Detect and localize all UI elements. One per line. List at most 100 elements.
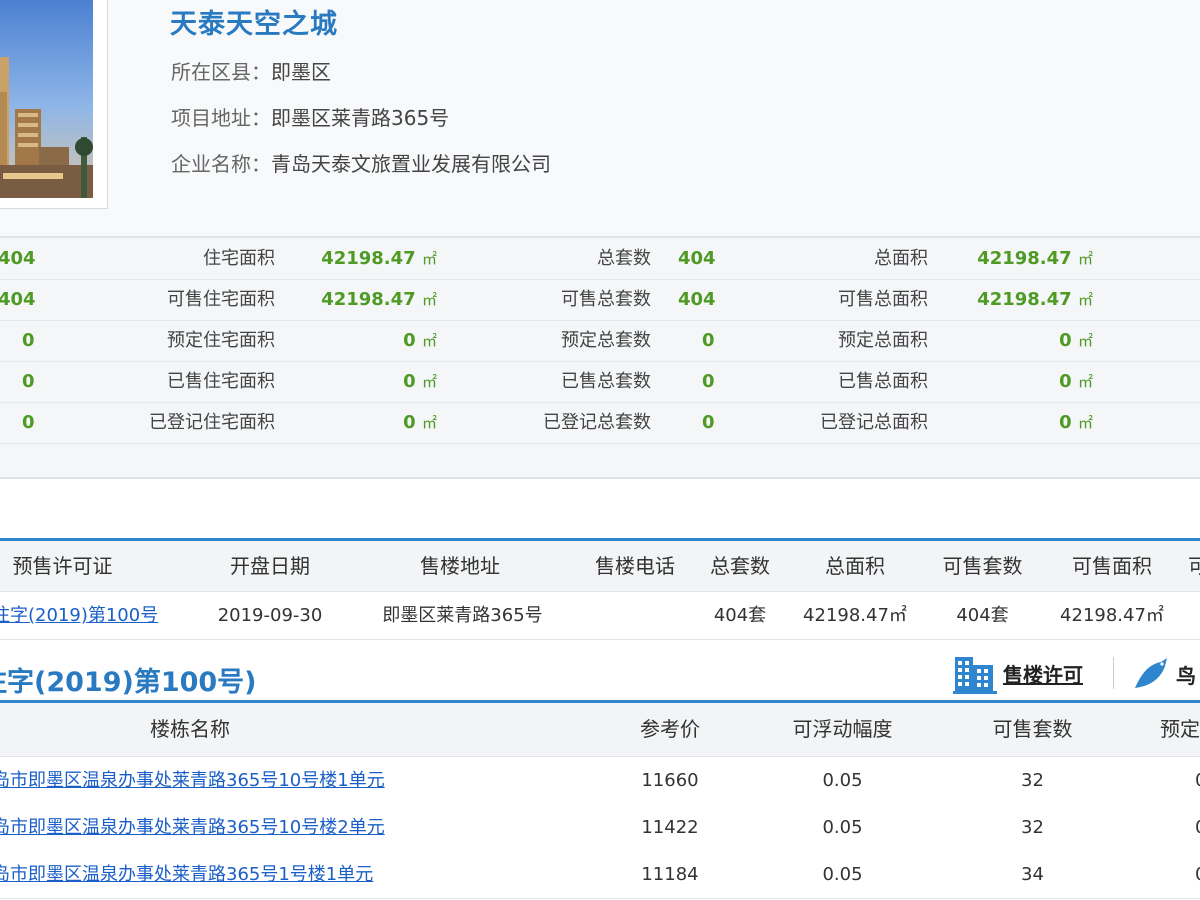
stats-row-registered: 0 已登记住宅面积 0 ㎡ 已登记总套数 0 已登记总面积 0 ㎡ xyxy=(0,402,1200,444)
th-reserved: 预定 xyxy=(1160,717,1200,741)
stats-value-total-units: 0 xyxy=(702,371,715,392)
th-permit: 预售许可证 xyxy=(12,554,113,578)
stats-value-total-area: 0 ㎡ xyxy=(935,361,1093,402)
area-unit: ㎡ xyxy=(421,373,437,391)
permit-total-area: 42198.47㎡ xyxy=(803,605,907,626)
building-name-text[interactable]: 岛市即墨区温泉办事处莱青路365号10号楼2单元 xyxy=(0,817,385,838)
stats-value-res-area: 42198.47 ㎡ xyxy=(280,279,437,320)
project-stats-panel: 404 住宅面积 42198.47 ㎡ 总套数 404 总面积 42198.47… xyxy=(0,236,1200,479)
stats-row-total: 404 住宅面积 42198.47 ㎡ 总套数 404 总面积 42198.47… xyxy=(0,238,1200,280)
permit-available-area: 42198.47㎡ xyxy=(1060,605,1164,626)
th-available-units: 可售套数 xyxy=(942,554,1023,578)
area-unit: ㎡ xyxy=(421,291,437,309)
stats-value-total-units: 0 xyxy=(702,412,715,433)
building-reserved: 0 xyxy=(1195,757,1200,804)
stats-label-total-area: 预定总面积 xyxy=(838,330,928,351)
building-float: 0.05 xyxy=(822,770,863,791)
stats-value-res-area-num: 0 xyxy=(403,412,416,433)
address-row: 项目地址：即墨区莱青路365号 xyxy=(171,102,449,131)
stats-value-total-area-num: 42198.47 xyxy=(977,248,1072,269)
building-name-text[interactable]: 岛市即墨区温泉办事处莱青路365号1号楼1单元 xyxy=(0,864,373,885)
permit-table-header: 预售许可证 开盘日期 售楼地址 售楼电话 总套数 总面积 可售套数 可售面积 可 xyxy=(0,541,1200,592)
stats-label-total-area: 已售总面积 xyxy=(838,371,928,392)
stats-value-res-area-num: 42198.47 xyxy=(321,289,416,310)
permit-sales-address: 即墨区莱青路365号 xyxy=(382,605,543,626)
building-price: 11422 xyxy=(641,817,699,838)
th-truncated: 可 xyxy=(1188,554,1200,578)
permit-table-row: 注字(2019)第100号 2019-09-30 即墨区莱青路365号 404套… xyxy=(0,592,1200,640)
building-reserved: 0 xyxy=(1195,804,1200,851)
th-building-name: 楼栋名称 xyxy=(150,717,230,741)
building-name-link[interactable]: 岛市即墨区温泉办事处莱青路365号10号楼1单元 xyxy=(0,757,385,804)
th-sales-phone: 售楼电话 xyxy=(595,554,675,578)
stats-value-res-area-num: 0 xyxy=(403,371,416,392)
stats-label-total-area: 可售总面积 xyxy=(838,289,928,310)
stats-value-res-area: 0 ㎡ xyxy=(280,361,437,402)
stats-label-res-area: 已登记住宅面积 xyxy=(149,412,275,433)
building-table-header: 楼栋名称 参考价 可浮动幅度 可售套数 预定 xyxy=(0,703,1200,757)
presale-permit-table: 预售许可证 开盘日期 售楼地址 售楼电话 总套数 总面积 可售套数 可售面积 可… xyxy=(0,538,1200,640)
stats-row-available: 404 可售住宅面积 42198.47 ㎡ 可售总套数 404 可售总面积 42… xyxy=(0,279,1200,321)
stats-value-res-area: 0 ㎡ xyxy=(280,402,437,443)
building-float: 0.05 xyxy=(822,864,863,885)
stats-value-col0: 404 xyxy=(0,248,36,269)
sale-permit-label[interactable]: 售楼许可 xyxy=(1003,659,1083,688)
stats-value-total-units: 0 xyxy=(702,330,715,351)
stats-value-total-area: 42198.47 ㎡ xyxy=(935,238,1093,279)
stats-label-total-area: 已登记总面积 xyxy=(820,412,928,433)
building-section-title: 注字(2019)第100号) xyxy=(0,667,257,698)
stats-value-col0: 0 xyxy=(22,330,35,351)
stats-label-res-area: 已售住宅面积 xyxy=(167,371,275,392)
stats-value-res-area-num: 0 xyxy=(403,330,416,351)
button-divider xyxy=(1113,657,1114,689)
permit-number-text[interactable]: 注字(2019)第100号 xyxy=(0,605,158,626)
address-value: 即墨区莱青路365号 xyxy=(271,106,450,130)
stats-row-sold: 0 已售住宅面积 0 ㎡ 已售总套数 0 已售总面积 0 ㎡ xyxy=(0,361,1200,403)
district-value: 即墨区 xyxy=(271,60,331,84)
stats-value-total-area: 0 ㎡ xyxy=(935,402,1093,443)
project-thumbnail-image xyxy=(0,0,93,198)
area-unit: ㎡ xyxy=(1077,373,1093,391)
stats-value-total-area-num: 42198.47 xyxy=(977,289,1072,310)
th-open-date: 开盘日期 xyxy=(230,554,310,578)
stats-label-total-units: 已售总套数 xyxy=(561,371,651,392)
area-unit: ㎡ xyxy=(1077,250,1093,268)
stats-value-total-units: 404 xyxy=(678,289,716,310)
bird-icon xyxy=(1135,658,1167,688)
building-available: 32 xyxy=(1021,770,1044,791)
th-available-units: 可售套数 xyxy=(992,717,1073,741)
th-available-area: 可售面积 xyxy=(1072,554,1152,578)
building-row: 岛市即墨区温泉办事处莱青路365号1号楼1单元 11184 0.05 34 0 xyxy=(0,851,1200,899)
company-label: 企业名称： xyxy=(171,152,271,176)
building-row: 岛市即墨区温泉办事处莱青路365号10号楼2单元 11422 0.05 32 0 xyxy=(0,804,1200,852)
stats-label-total-units: 可售总套数 xyxy=(561,289,651,310)
building-reserved: 0 xyxy=(1195,851,1200,898)
project-thumbnail-frame xyxy=(0,0,108,209)
permit-number-link[interactable]: 注字(2019)第100号 xyxy=(0,592,158,639)
building-price: 11660 xyxy=(641,770,699,791)
building-name-text[interactable]: 岛市即墨区温泉办事处莱青路365号10号楼1单元 xyxy=(0,770,385,791)
stats-value-res-area: 0 ㎡ xyxy=(280,320,437,361)
stats-label-total-units: 已登记总套数 xyxy=(543,412,651,433)
stats-label-total-units: 总套数 xyxy=(597,248,651,269)
stats-label-total-units: 预定总套数 xyxy=(561,330,651,351)
stats-value-total-area: 42198.47 ㎡ xyxy=(935,279,1093,320)
building-row: 岛市即墨区温泉办事处莱青路365号10号楼1单元 11660 0.05 32 0 xyxy=(0,757,1200,805)
th-total-units: 总套数 xyxy=(710,554,770,578)
building-name-link[interactable]: 岛市即墨区温泉办事处莱青路365号10号楼2单元 xyxy=(0,804,385,851)
stats-label-res-area: 住宅面积 xyxy=(203,248,275,269)
stats-label-res-area: 预定住宅面积 xyxy=(167,330,275,351)
building-float: 0.05 xyxy=(822,817,863,838)
project-thumbnail[interactable] xyxy=(0,0,93,198)
permit-open-date: 2019-09-30 xyxy=(217,605,323,626)
stats-value-total-area-num: 0 xyxy=(1059,412,1072,433)
stats-value-total-area-num: 0 xyxy=(1059,330,1072,351)
bird-view-label[interactable]: 鸟 xyxy=(1176,660,1196,689)
district-label: 所在区县： xyxy=(171,60,271,84)
stats-label-total-area: 总面积 xyxy=(874,248,928,269)
address-label: 项目地址： xyxy=(171,106,271,130)
building-table: 楼栋名称 参考价 可浮动幅度 可售套数 预定 岛市即墨区温泉办事处莱青路365号… xyxy=(0,700,1200,899)
building-name-link[interactable]: 岛市即墨区温泉办事处莱青路365号1号楼1单元 xyxy=(0,851,373,898)
stats-value-col0: 404 xyxy=(0,289,36,310)
stats-value-total-area: 0 ㎡ xyxy=(935,320,1093,361)
